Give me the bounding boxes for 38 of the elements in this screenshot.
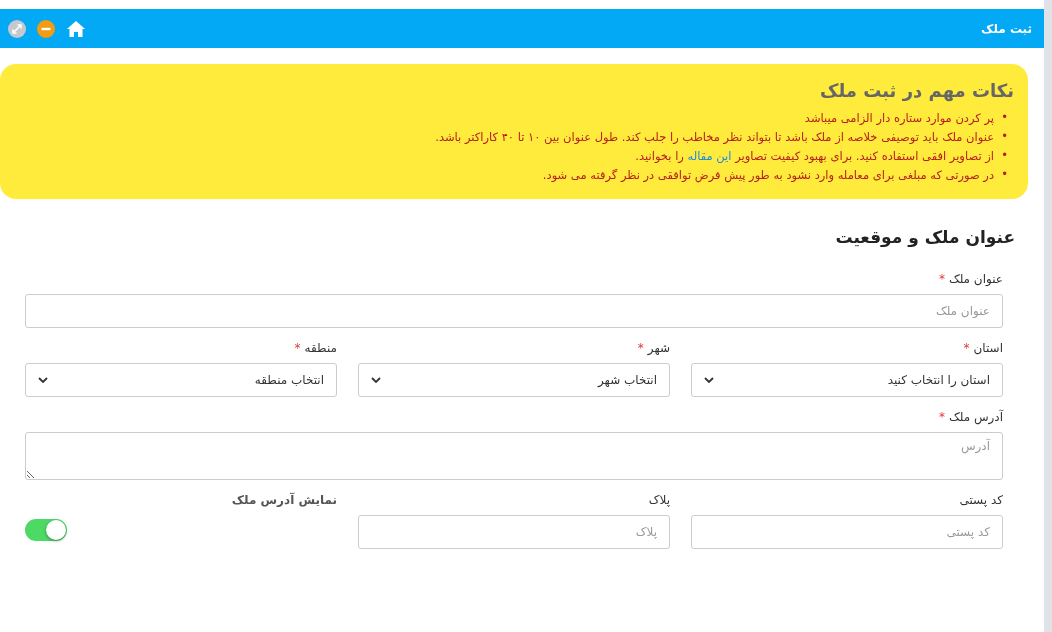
required-asterisk: * xyxy=(637,340,644,357)
field-label: آدرس ملک xyxy=(948,409,1003,426)
notice-item: در صورتی که مبلغی برای معامله وارد نشود به طور پیش فرض توافقی در نظر گرفته می شود. xyxy=(542,167,994,185)
page-title: ثبت ملک xyxy=(981,21,1032,36)
bullet: • xyxy=(1002,109,1008,126)
field-label: شهر xyxy=(647,340,670,357)
chevron-down-icon xyxy=(704,377,714,383)
home-icon[interactable] xyxy=(66,19,86,38)
select-field[interactable]: استان را انتخاب کنید xyxy=(691,363,1003,397)
bullet: • xyxy=(1002,147,1008,164)
chevron-down-icon xyxy=(371,377,381,383)
toggle-switch[interactable] xyxy=(25,519,67,541)
select-field[interactable]: انتخاب منطقه xyxy=(25,363,337,397)
field-label: کد پستی xyxy=(959,492,1003,509)
bullet: • xyxy=(1002,166,1008,183)
required-asterisk: * xyxy=(938,409,945,426)
required-asterisk: * xyxy=(963,340,970,357)
field-label: منطقه xyxy=(304,340,337,357)
input-field[interactable]: کد پستی xyxy=(691,515,1003,549)
required-asterisk: * xyxy=(294,340,301,357)
expand-icon[interactable] xyxy=(8,19,26,38)
notice-item: از تصاویر افقی استفاده کنید. برای بهبود کیفیت تصاویر این مقاله را بخوانید. xyxy=(635,148,994,165)
select-field[interactable]: انتخاب شهر xyxy=(358,363,670,397)
required-asterisk: * xyxy=(938,271,945,288)
field-label: پلاک xyxy=(648,492,670,509)
notice-item: عنوان ملک باید توصیفی خلاصه از ملک باشد تا بتواند نظر مخاطب را جلب کند. طول عنوان بین ۱۰ تا ۴۰ کاراکتر باشد. xyxy=(435,129,994,146)
bullet: • xyxy=(1002,128,1008,145)
field-label: عنوان ملک xyxy=(948,271,1003,288)
notice-title: نکات مهم در ثبت ملک xyxy=(819,80,1014,101)
input-field[interactable]: عنوان ملک xyxy=(25,294,1003,328)
textarea-field[interactable]: آدرس xyxy=(25,432,1003,480)
field-label: نمایش آدرس ملک xyxy=(231,492,337,509)
input-field[interactable]: پلاک xyxy=(358,515,670,549)
notice-item: پر کردن موارد ستاره دار الزامی میباشد xyxy=(804,110,994,127)
field-label: استان xyxy=(973,340,1003,357)
section-title: عنوان ملک و موقعیت xyxy=(834,227,1015,247)
chevron-down-icon xyxy=(38,377,48,383)
minimize-icon[interactable] xyxy=(37,19,55,38)
